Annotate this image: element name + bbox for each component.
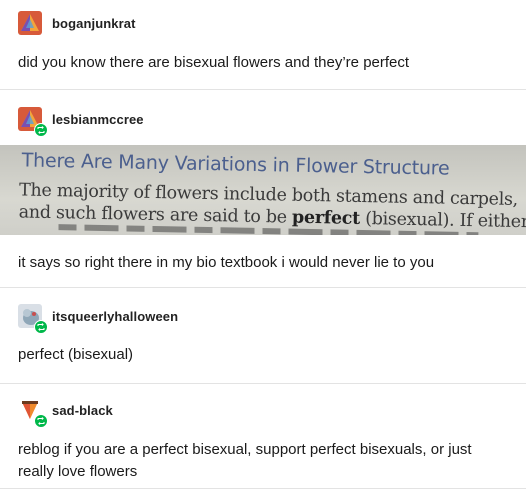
textbook-bold-word: perfect [291,207,361,229]
post-3: itsqueerlyhalloween perfect (bisexual) [0,288,526,384]
username[interactable]: itsqueerlyhalloween [52,309,178,324]
username[interactable]: lesbianmccree [52,112,144,127]
textbook-photo: There Are Many Variations in Flower Stru… [0,145,526,235]
textbook-line-2-end: (bisexual). If either [359,208,526,233]
post-4: sad-black reblog if you are a perfect bi… [0,384,526,489]
reblog-icon [34,320,48,334]
post-header: boganjunkrat [18,11,136,35]
post-text: reblog if you are a perfect bisexual, su… [18,441,472,480]
post-header: itsqueerlyhalloween [18,304,178,334]
avatar-boganjunkrat-icon[interactable] [18,11,42,35]
post-header: sad-black [18,398,113,428]
reblog-icon [34,123,48,137]
textbook-heading: There Are Many Variations in Flower Stru… [21,149,450,180]
post-text: did you know there are bisexual flowers … [18,54,410,71]
avatar-sad-black-icon[interactable] [18,398,48,428]
reblog-icon [34,414,48,428]
post-text: it says so right there in my bio textboo… [18,254,435,271]
post-text: perfect (bisexual) [18,346,134,363]
avatar-itsqueerlyhalloween-icon[interactable] [18,304,48,334]
avatar-lesbianmccree-icon[interactable] [18,107,48,137]
post-2: lesbianmccree There Are Many Variations … [0,90,526,288]
post-1: boganjunkrat did you know there are bise… [0,0,526,90]
post-header: lesbianmccree [18,107,144,137]
username[interactable]: sad-black [52,403,113,418]
username[interactable]: boganjunkrat [52,16,136,31]
